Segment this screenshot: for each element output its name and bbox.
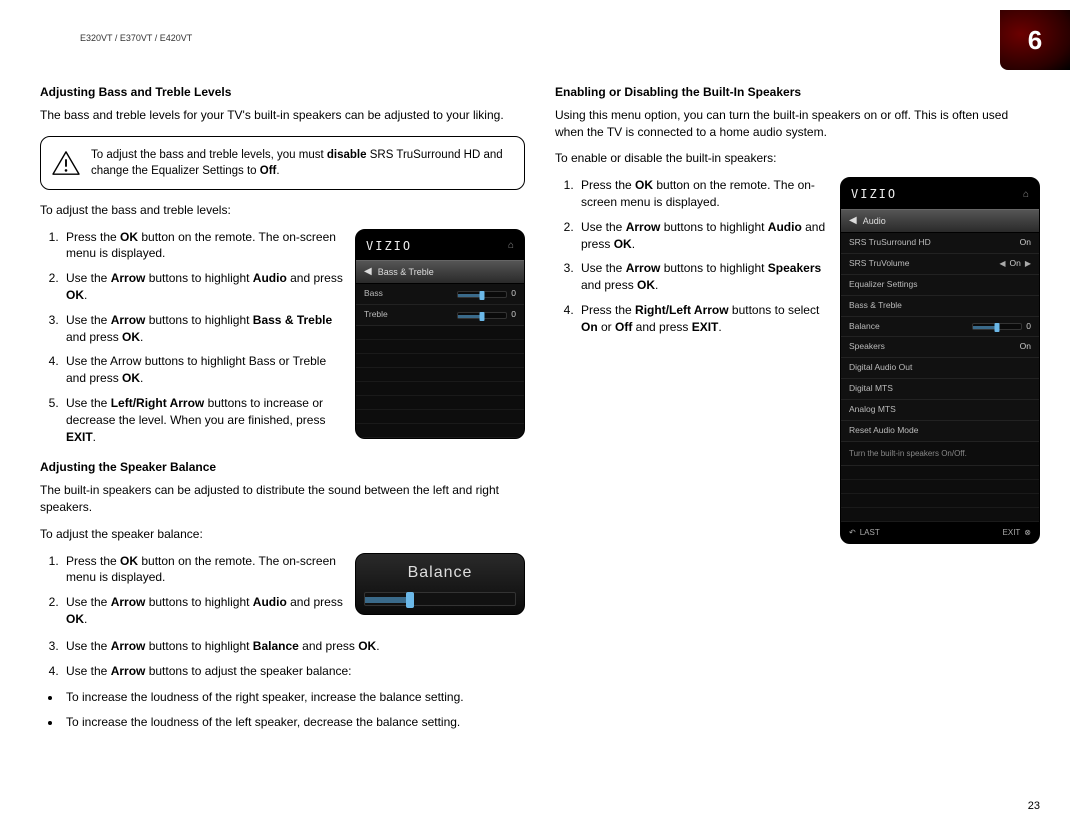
heading-speakers: Enabling or Disabling the Built-In Speak… bbox=[555, 84, 1040, 101]
step-item: Use the Arrow buttons to highlight Bass … bbox=[62, 312, 343, 346]
tv-menu-audio: VIZIO ⌂ ◀ Audio SRS TruSurround HDOnSRS … bbox=[840, 177, 1040, 544]
step-item: Use the Arrow buttons to highlight Audio… bbox=[62, 270, 343, 304]
para-balance-steps-intro: To adjust the speaker balance: bbox=[40, 526, 525, 543]
back-arrow-icon: ◀ bbox=[849, 214, 857, 228]
tv-menu-row: Digital Audio Out bbox=[841, 358, 1039, 379]
bullet-item: To increase the loudness of the left spe… bbox=[62, 714, 525, 731]
step-item: Use the Left/Right Arrow buttons to incr… bbox=[62, 395, 343, 445]
tv-menu-row: Treble 0 bbox=[356, 305, 524, 326]
tv-menu-row: Analog MTS bbox=[841, 400, 1039, 421]
header-model-text: E320VT / E370VT / E420VT bbox=[80, 32, 192, 45]
chapter-badge: 6 bbox=[1000, 10, 1070, 70]
tv-menu-row: SpeakersOn bbox=[841, 337, 1039, 358]
tv-menu-row: Balance 0 bbox=[841, 317, 1039, 338]
tv-menu-row: Bass 0 bbox=[356, 284, 524, 305]
step-item: Use the Arrow buttons to highlight Speak… bbox=[577, 260, 828, 294]
home-icon: ⌂ bbox=[508, 239, 514, 253]
steps-balance-continued: Use the Arrow buttons to highlight Balan… bbox=[62, 638, 525, 680]
right-column: Enabling or Disabling the Built-In Speak… bbox=[555, 30, 1040, 741]
bullet-item: To increase the loudness of the right sp… bbox=[62, 689, 525, 706]
balance-slider bbox=[364, 592, 516, 606]
warning-box: To adjust the bass and treble levels, yo… bbox=[40, 136, 525, 190]
tv-logo: VIZIO bbox=[851, 186, 897, 203]
step-item: Use the Arrow buttons to highlight Balan… bbox=[62, 638, 525, 655]
step-item: Press the OK button on the remote. The o… bbox=[62, 553, 343, 587]
para-balance-intro: The built-in speakers can be adjusted to… bbox=[40, 482, 525, 516]
tv-menu-row: Bass & Treble bbox=[841, 296, 1039, 317]
step-item: Use the Arrow buttons to highlight Audio… bbox=[62, 594, 343, 628]
tv-hint-text: Turn the built-in speakers On/Off. bbox=[841, 442, 1039, 466]
step-item: Press the OK button on the remote. The o… bbox=[577, 177, 828, 211]
tv-breadcrumb: ◀ Audio bbox=[841, 209, 1039, 233]
para-speakers-intro: Using this menu option, you can turn the… bbox=[555, 107, 1040, 141]
chapter-number: 6 bbox=[1028, 22, 1042, 58]
warning-icon bbox=[51, 150, 81, 176]
step-item: Use the Arrow buttons to adjust the spea… bbox=[62, 663, 525, 680]
balance-bullets: To increase the loudness of the right sp… bbox=[62, 689, 525, 731]
tv-logo: VIZIO bbox=[366, 238, 412, 255]
para-bass-intro: The bass and treble levels for your TV's… bbox=[40, 107, 525, 124]
tv-menu-row: SRS TruVolume◀ On ▶ bbox=[841, 254, 1039, 275]
left-column: Adjusting Bass and Treble Levels The bas… bbox=[40, 30, 525, 741]
tv-footer: ↶ LAST EXIT ⊗ bbox=[841, 522, 1039, 543]
back-arrow-icon: ◀ bbox=[364, 265, 372, 279]
steps-balance: Press the OK button on the remote. The o… bbox=[62, 553, 343, 628]
home-icon: ⌂ bbox=[1023, 188, 1029, 202]
steps-bass-treble: Press the OK button on the remote. The o… bbox=[62, 229, 343, 446]
heading-speaker-balance: Adjusting the Speaker Balance bbox=[40, 459, 525, 476]
steps-speakers: Press the OK button on the remote. The o… bbox=[577, 177, 828, 335]
tv-last-button: ↶ LAST bbox=[849, 527, 880, 538]
tv-breadcrumb: ◀ Bass & Treble bbox=[356, 260, 524, 284]
tv-menu-bass-treble: VIZIO ⌂ ◀ Bass & Treble Bass 0Treble 0 bbox=[355, 229, 525, 440]
tv-exit-button: EXIT ⊗ bbox=[1003, 527, 1031, 538]
tv-menu-row: SRS TruSurround HDOn bbox=[841, 233, 1039, 254]
para-bass-steps-intro: To adjust the bass and treble levels: bbox=[40, 202, 525, 219]
tv-menu-row: Reset Audio Mode bbox=[841, 421, 1039, 442]
tv-menu-balance: Balance bbox=[355, 553, 525, 615]
step-item: Press the Right/Left Arrow buttons to se… bbox=[577, 302, 828, 336]
page-number: 23 bbox=[1028, 799, 1040, 814]
step-item: Use the Arrow buttons to highlight Bass … bbox=[62, 353, 343, 387]
para-speakers-steps-intro: To enable or disable the built-in speake… bbox=[555, 150, 1040, 167]
step-item: Use the Arrow buttons to highlight Audio… bbox=[577, 219, 828, 253]
tv-menu-row: Digital MTS bbox=[841, 379, 1039, 400]
warning-text: To adjust the bass and treble levels, yo… bbox=[91, 149, 503, 177]
step-item: Press the OK button on the remote. The o… bbox=[62, 229, 343, 263]
balance-title: Balance bbox=[364, 562, 516, 584]
tv-menu-row: Equalizer Settings bbox=[841, 275, 1039, 296]
heading-bass-treble: Adjusting Bass and Treble Levels bbox=[40, 84, 525, 101]
